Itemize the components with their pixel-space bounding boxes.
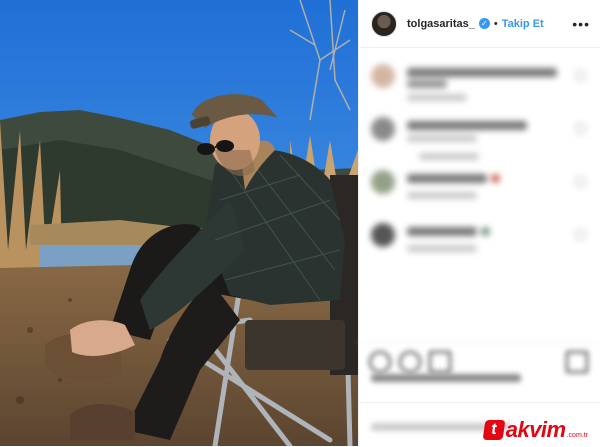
comment-meta-blurred xyxy=(407,245,477,252)
comment-text-blurred xyxy=(407,80,447,88)
follow-button[interactable]: Takip Et xyxy=(502,18,544,30)
comment-emoji-blurred xyxy=(481,227,490,236)
more-options-icon[interactable]: ••• xyxy=(572,16,590,32)
comment-item xyxy=(359,217,600,267)
separator-dot: • xyxy=(493,17,498,30)
avatar[interactable] xyxy=(371,10,397,37)
comment-avatar[interactable] xyxy=(371,64,395,88)
username[interactable]: tolgasaritas_ xyxy=(407,18,475,30)
share-icon[interactable] xyxy=(429,351,451,373)
post-header: tolgasaritas_ ✓ • Takip Et ••• xyxy=(359,0,600,48)
comment-item xyxy=(359,164,600,214)
post-side-panel: tolgasaritas_ ✓ • Takip Et ••• t akvim .… xyxy=(358,0,600,446)
comment-meta-blurred xyxy=(407,192,477,199)
like-comment-icon[interactable] xyxy=(575,70,586,81)
like-comment-icon[interactable] xyxy=(575,123,586,134)
comment-meta-blurred xyxy=(407,94,467,101)
save-icon[interactable] xyxy=(566,351,588,373)
instagram-post: tolgasaritas_ ✓ • Takip Et ••• t akvim .… xyxy=(0,0,600,446)
comment-icon[interactable] xyxy=(399,351,421,373)
comment-meta-blurred xyxy=(407,135,477,142)
comment-item xyxy=(359,58,600,108)
comment-emoji-blurred xyxy=(491,174,500,183)
likes-count-blurred xyxy=(371,374,521,382)
comments-list xyxy=(359,58,600,336)
comment-avatar[interactable] xyxy=(371,117,395,141)
comment-text-blurred xyxy=(407,174,487,183)
comment-avatar[interactable] xyxy=(371,223,395,247)
like-comment-icon[interactable] xyxy=(575,176,586,187)
watermark-suffix: .com.tr xyxy=(566,432,588,439)
add-comment-bar[interactable]: t akvim .com.tr xyxy=(359,402,600,447)
watermark-text: akvim xyxy=(505,417,566,442)
like-icon[interactable] xyxy=(369,351,391,373)
comment-item xyxy=(359,111,600,161)
verified-badge-icon: ✓ xyxy=(478,18,490,29)
watermark-mark: t xyxy=(482,420,506,440)
photo-illustration xyxy=(0,0,358,446)
comment-text-blurred xyxy=(407,68,557,77)
comment-avatar[interactable] xyxy=(371,170,395,194)
like-comment-icon[interactable] xyxy=(575,229,586,240)
post-photo[interactable] xyxy=(0,0,358,446)
site-watermark: t akvim .com.tr xyxy=(482,417,588,443)
comment-text-blurred xyxy=(407,227,477,236)
comment-meta-blurred xyxy=(419,153,479,160)
comment-text-blurred xyxy=(407,121,527,130)
